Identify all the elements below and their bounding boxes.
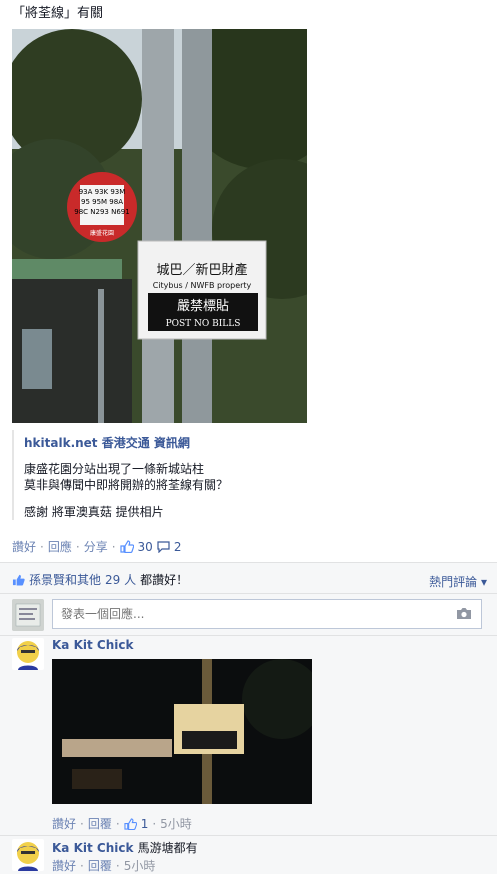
divider [0, 593, 497, 594]
busstop-routes-line3: 98C N293 N691 [74, 208, 129, 216]
separator-dot: · [40, 539, 44, 554]
link-title[interactable]: hkitalk.net 香港交通 資訊網 [24, 434, 324, 451]
share-button[interactable]: 分享 [84, 538, 108, 555]
commenter-avatar[interactable] [12, 638, 44, 670]
comment-timestamp[interactable]: 5小時 [124, 857, 156, 874]
caret-down-icon: ▾ [480, 575, 487, 589]
link-description: 康盛花園分站出現了一條新城站柱 莫非與傳聞中即將開辦的將荃線有關？ [24, 461, 324, 493]
comment-input[interactable] [52, 599, 482, 629]
commenter-avatar[interactable] [12, 839, 44, 871]
separator-dot: · [75, 539, 80, 554]
sign-line1: 城巴／新巴財產 [156, 262, 247, 278]
busstop-routes-line2: 95 95M 98A [81, 198, 123, 206]
comment-author[interactable]: Ka Kit Chick [52, 638, 133, 652]
comment-actions: 讚好 · 回覆 · 1 · 5小時 [52, 815, 192, 832]
comment-like-button[interactable]: 讚好 [52, 815, 76, 832]
current-user-avatar[interactable] [12, 599, 44, 631]
comments-section: 孫景賢和其他 29 人 都讚好！ 熱門評論 ▾ Ka Kit Chick [0, 562, 497, 874]
comment-reply-button[interactable]: 回覆 [88, 857, 112, 874]
separator-dot: · [80, 816, 84, 831]
link-credit: 感謝 將軍澳真菇 提供相片 [24, 505, 164, 519]
comment-timestamp[interactable]: 5小時 [160, 815, 192, 832]
comment-photo[interactable] [52, 659, 312, 804]
separator-dot: · [115, 816, 120, 831]
post-photo[interactable]: 93A 93K 93M 95 95M 98A 98C N293 N691 康盛花… [12, 29, 307, 423]
busstop-name: 康盛花園 [90, 229, 114, 237]
separator-dot: · [111, 539, 116, 554]
link-desc-line2: 莫非與傳聞中即將開辦的將荃線有關？ [24, 478, 229, 492]
camera-icon[interactable] [456, 607, 472, 620]
sign-line2: Citybus / NWFB property [153, 281, 252, 290]
sign-line3: 嚴禁標貼 [177, 299, 229, 314]
post-text: 「將荃線」有關 [12, 6, 104, 21]
comment-like-button[interactable]: 讚好 [52, 857, 76, 874]
link-desc-line1: 康盛花園分站出現了一條新城站柱 [24, 462, 205, 476]
link-preview[interactable]: hkitalk.net 香港交通 資訊網 康盛花園分站出現了一條新城站柱 莫非與… [12, 430, 324, 520]
divider [0, 835, 497, 836]
like-count[interactable]: 30 [138, 540, 153, 554]
likes-names-link[interactable]: 孫景賢和其他 [29, 571, 101, 588]
comment-icon [157, 540, 170, 553]
comment-author-link[interactable]: Ka Kit Chick [52, 841, 133, 855]
thumbs-up-icon [12, 574, 25, 586]
separator-dot: · [115, 858, 120, 873]
separator-dot: · [152, 816, 157, 831]
comment-like-count[interactable]: 1 [141, 817, 149, 831]
sort-label: 熱門評論 [429, 575, 478, 589]
divider [0, 635, 497, 636]
comment-actions: 讚好 · 回覆 · 5小時 [52, 857, 155, 874]
sign-line4: POST NO BILLS [166, 319, 241, 329]
likes-summary: 孫景賢和其他 29 人 都讚好！ [12, 571, 188, 588]
comment-count[interactable]: 2 [174, 540, 182, 554]
separator-dot: · [80, 858, 84, 873]
thumbs-up-icon [124, 817, 137, 830]
post-actions: 讚好 · 回應 · 分享 · 30 2 [12, 538, 181, 555]
likes-suffix: 都讚好！ [140, 573, 189, 587]
comment-reply-button[interactable]: 回覆 [88, 815, 112, 832]
sort-dropdown[interactable]: 熱門評論 ▾ [429, 573, 487, 590]
comment-author: Ka Kit Chick 馬游塘都有 [52, 839, 198, 856]
comment-button[interactable]: 回應 [48, 538, 72, 555]
thumbs-up-icon [119, 540, 134, 553]
busstop-routes-line1: 93A 93K 93M [79, 188, 126, 196]
comment-text: 馬游塘都有 [137, 841, 198, 855]
likes-count-link[interactable]: 29 人 [105, 571, 136, 588]
like-button[interactable]: 讚好 [12, 538, 36, 555]
